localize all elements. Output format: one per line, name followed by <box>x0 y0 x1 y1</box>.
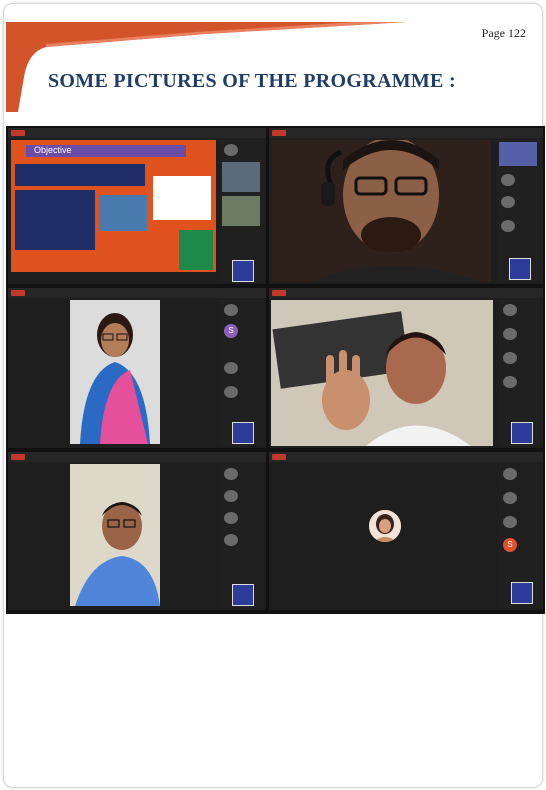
speaker-figure <box>70 300 160 444</box>
meeting-screenshot-2 <box>269 128 543 284</box>
record-badge <box>272 290 286 296</box>
speaker-avatar <box>369 510 401 542</box>
slide-bengali-text-box <box>153 176 211 220</box>
college-logo <box>232 584 254 606</box>
record-badge <box>11 454 25 460</box>
record-badge <box>272 454 286 460</box>
presentation-slide: Objective <box>11 140 216 272</box>
college-logo <box>232 260 254 282</box>
participant-avatar <box>224 362 238 374</box>
speaker-video <box>271 300 493 446</box>
participant-avatar <box>503 352 517 364</box>
participant-panel <box>220 464 264 608</box>
participant-avatar <box>503 304 517 316</box>
participant-avatar <box>224 512 238 524</box>
meeting-screenshot-5 <box>8 452 266 610</box>
participant-avatar <box>503 492 517 504</box>
slide-green-box <box>179 230 213 270</box>
meeting-screenshot-4 <box>269 288 543 448</box>
speaker-figure <box>70 464 160 606</box>
meeting-toolbar <box>8 128 266 138</box>
header-banner <box>6 22 406 112</box>
participant-avatar: S <box>224 324 238 338</box>
slide-photo <box>99 195 147 231</box>
speaker-figure <box>271 300 493 446</box>
participant-video <box>222 196 260 226</box>
participant-avatar <box>503 516 517 528</box>
college-logo <box>511 422 533 444</box>
record-badge <box>272 130 286 136</box>
page-title: SOME PICTURES OF THE PROGRAMME : <box>48 70 456 92</box>
meeting-screenshot-1: Objective <box>8 128 266 284</box>
meeting-toolbar <box>269 288 543 298</box>
participant-avatar <box>503 376 517 388</box>
screenshot-gallery: Objective S S <box>6 126 545 614</box>
record-badge <box>11 290 25 296</box>
meeting-toolbar <box>8 288 266 298</box>
participant-panel: S <box>499 464 541 608</box>
participant-avatar <box>503 468 517 480</box>
page-number: Page 122 <box>481 26 526 40</box>
meeting-toolbar <box>269 128 543 138</box>
participant-panel <box>497 140 541 282</box>
speaker-figure <box>271 137 491 282</box>
participant-panel <box>499 300 541 446</box>
participant-avatar <box>224 386 238 398</box>
participant-initial: S <box>507 540 513 549</box>
participant-avatar <box>224 534 238 546</box>
meeting-toolbar <box>269 452 543 462</box>
slide-title-bar: Objective <box>26 145 186 157</box>
speaker-video <box>70 300 160 444</box>
participant-avatar <box>224 304 238 316</box>
speaker-video <box>271 137 491 282</box>
college-logo <box>509 258 531 280</box>
participant-avatar <box>224 490 238 502</box>
participant-avatar <box>501 174 515 186</box>
document-page: Page 122 SOME PICTURES OF THE PROGRAMME … <box>0 0 546 790</box>
participant-avatar <box>224 468 238 480</box>
meeting-toolbar <box>8 452 266 462</box>
participant-avatar <box>224 144 238 156</box>
speaker-video <box>70 464 160 606</box>
participant-initial: S <box>228 326 234 335</box>
slide-text-block <box>15 164 145 186</box>
slide-text-block <box>15 190 95 250</box>
slide-title: Objective <box>34 145 72 155</box>
participant-panel: S <box>220 300 264 446</box>
participant-video <box>499 142 537 166</box>
participant-avatar <box>501 220 515 232</box>
participant-video <box>222 162 260 192</box>
meeting-screenshot-6: S <box>269 452 543 610</box>
speaker-figure <box>369 510 401 542</box>
participant-avatar: S <box>503 538 517 552</box>
meeting-screenshot-3: S <box>8 288 266 448</box>
participant-avatar <box>501 196 515 208</box>
college-logo <box>232 422 254 444</box>
college-logo <box>511 582 533 604</box>
record-badge <box>11 130 25 136</box>
participant-panel <box>220 140 264 282</box>
participant-avatar <box>503 328 517 340</box>
